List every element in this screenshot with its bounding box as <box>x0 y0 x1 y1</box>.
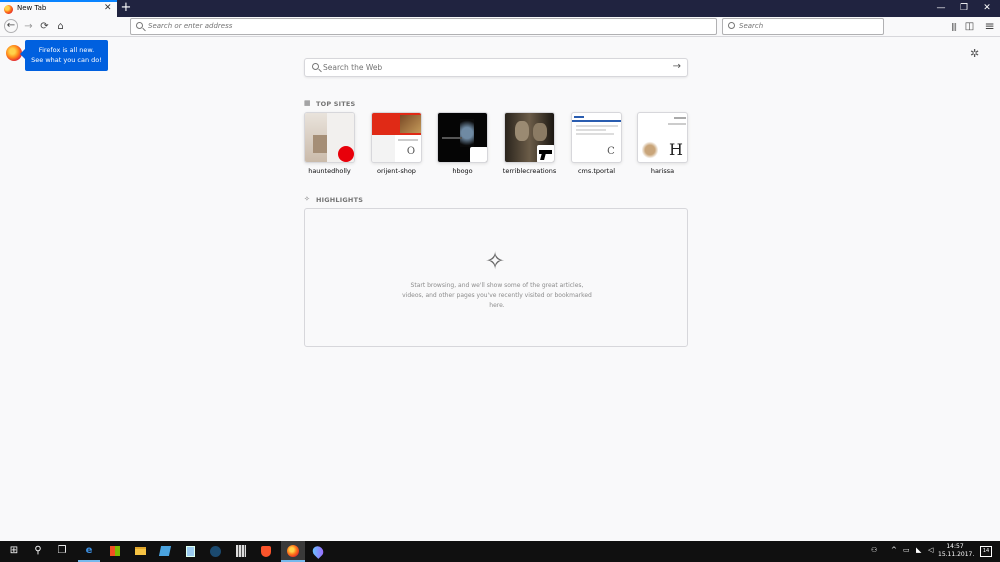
highlights-icon: ✧ <box>304 195 310 203</box>
onboarding-line2: See what you can do! <box>31 56 102 64</box>
firefox-taskbar-icon[interactable] <box>286 544 300 558</box>
new-tab-button[interactable]: + <box>119 0 133 17</box>
site-thumbnail <box>437 112 488 163</box>
search-icon <box>312 63 319 70</box>
highlights-empty-state: ✧ Start browsing, and we'll show some of… <box>304 208 688 347</box>
site-favicon: H <box>667 140 685 160</box>
web-search-input[interactable]: Search the Web → <box>304 58 688 77</box>
highlights-title[interactable]: HIGHLIGHTS <box>316 196 363 204</box>
web-search-placeholder: Search the Web <box>323 63 383 72</box>
app-icon[interactable] <box>158 544 172 558</box>
people-icon[interactable]: ⚇ <box>871 546 877 554</box>
close-window-button[interactable]: ✕ <box>980 2 994 14</box>
top-site-tile[interactable]: hbogo <box>437 112 488 175</box>
tab-close-icon[interactable]: ✕ <box>104 3 112 13</box>
url-placeholder: Search or enter address <box>148 22 233 30</box>
steam-icon[interactable] <box>208 544 222 558</box>
top-sites-title[interactable]: TOP SITES <box>316 100 355 108</box>
calculator-icon[interactable] <box>234 544 248 558</box>
gear-icon[interactable]: ✲ <box>970 47 979 60</box>
search-placeholder: Search <box>739 22 764 30</box>
site-favicon <box>537 145 554 162</box>
highlights-message-line: Start browsing, and we'll show some of t… <box>410 282 584 289</box>
search-icon <box>728 22 735 29</box>
site-thumbnail <box>504 112 555 163</box>
site-favicon <box>338 146 354 162</box>
site-label: harissa <box>650 167 675 175</box>
top-site-tile[interactable]: hauntedholly <box>304 112 355 175</box>
home-button[interactable]: ⌂ <box>53 19 68 34</box>
tab-strip: New Tab ✕ + — ❐ ✕ <box>0 0 1000 17</box>
minimize-button[interactable]: — <box>934 2 948 14</box>
site-label: hbogo <box>452 167 473 175</box>
top-site-tile[interactable]: O orijent-shop <box>371 112 422 175</box>
onboarding-line1: Firefox is all new. <box>38 46 95 54</box>
reload-button[interactable]: ⟳ <box>37 19 52 34</box>
network-icon[interactable]: ◣ <box>916 546 921 554</box>
forward-button[interactable]: → <box>21 19 36 34</box>
highlights-message-line: here. <box>489 302 505 309</box>
top-sites-icon: ▦ <box>304 99 311 107</box>
top-site-tile[interactable]: C cms.tportal <box>571 112 622 175</box>
site-label: hauntedholly <box>308 167 351 175</box>
arrow-right-icon[interactable]: → <box>673 61 681 72</box>
highlights-message: Start browsing, and we'll show some of t… <box>400 281 594 311</box>
notification-center-icon[interactable]: 14 <box>980 546 992 557</box>
site-label: orijent-shop <box>377 167 416 175</box>
search-bar[interactable]: Search <box>722 18 884 35</box>
restore-button[interactable]: ❐ <box>957 2 971 14</box>
sidebar-icon[interactable]: ◫ <box>962 19 977 34</box>
tab-new-tab[interactable]: New Tab ✕ <box>0 0 117 17</box>
url-bar[interactable]: Search or enter address <box>130 18 717 35</box>
taskbar-search-icon[interactable]: ⚲ <box>31 544 45 558</box>
top-site-tile[interactable]: H harissa <box>637 112 688 175</box>
start-icon[interactable]: ⊞ <box>7 544 21 558</box>
battery-icon[interactable]: ▭ <box>903 546 910 554</box>
site-label: cms.tportal <box>577 167 616 175</box>
site-thumbnail: H <box>637 112 688 163</box>
task-view-icon[interactable]: ❐ <box>55 544 69 558</box>
clock-time: 14:57 <box>946 543 964 550</box>
system-clock[interactable]: 14:57 15.11.2017. <box>938 543 975 559</box>
tab-title: New Tab <box>17 4 47 12</box>
sparkle-icon: ✧ <box>485 247 506 275</box>
store-icon[interactable] <box>108 544 122 558</box>
site-favicon: C <box>603 144 619 160</box>
menu-icon[interactable]: ≡ <box>982 19 997 34</box>
volume-icon[interactable]: ◁ <box>928 546 933 554</box>
windows-taskbar: ⊞ ⚲ ❐ e ⚇ ^ ▭ ◣ ◁ 14:57 15.11.2017. 14 <box>0 541 1000 562</box>
library-icon[interactable]: ||| <box>946 19 961 34</box>
site-thumbnail <box>304 112 355 163</box>
search-icon <box>136 22 143 29</box>
site-label: terriblecreations <box>502 167 557 175</box>
file-explorer-icon[interactable] <box>133 544 147 558</box>
onboarding-notice[interactable]: Firefox is all new. See what you can do! <box>20 40 108 71</box>
edge-icon[interactable]: e <box>82 544 96 558</box>
clock-date: 15.11.2017. <box>938 551 975 558</box>
site-favicon <box>470 147 487 162</box>
site-thumbnail: C <box>571 112 622 163</box>
chevron-up-icon[interactable]: ^ <box>891 546 897 554</box>
app-gem-icon[interactable] <box>310 544 326 559</box>
back-button[interactable]: ← <box>4 19 18 33</box>
top-site-tile[interactable]: terriblecreations <box>503 112 556 175</box>
notes-icon[interactable] <box>183 544 197 558</box>
firefox-tab-icon <box>4 5 13 14</box>
site-favicon: O <box>403 144 419 160</box>
highlights-message-line: videos, and other pages you've recently … <box>402 292 592 299</box>
site-thumbnail: O <box>371 112 422 163</box>
navigation-toolbar: ← → ⟳ ⌂ Search or enter address Search |… <box>0 17 1000 37</box>
brave-icon[interactable] <box>259 544 273 558</box>
